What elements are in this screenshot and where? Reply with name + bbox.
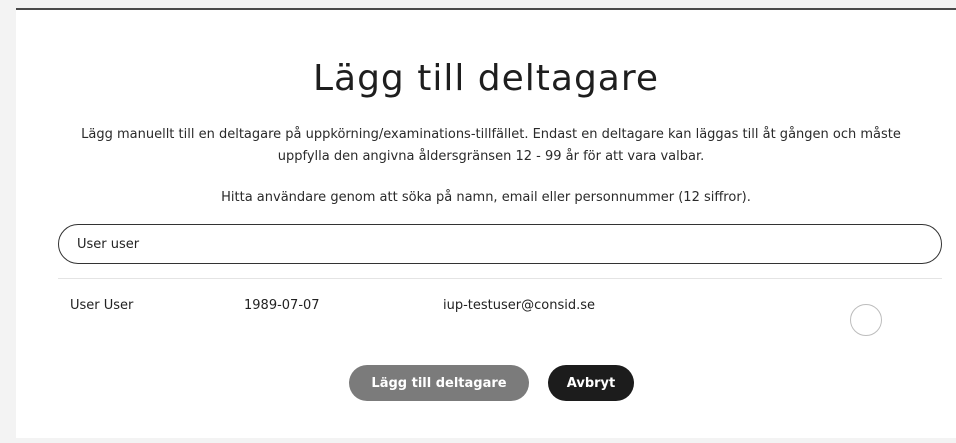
search-field[interactable] [58, 224, 942, 264]
results-divider [58, 278, 942, 279]
cancel-button[interactable]: Avbryt [548, 365, 634, 401]
select-participant-radio[interactable] [850, 304, 882, 336]
result-email: iup-testuser@consid.se [443, 298, 595, 313]
add-participant-dialog: Lägg till deltagare Lägg manuellt till e… [16, 8, 956, 438]
result-name: User User [70, 298, 134, 313]
dialog-description: Lägg manuellt till en deltagare på uppkö… [81, 127, 901, 164]
add-participant-button[interactable]: Lägg till deltagare [349, 365, 529, 401]
result-birthdate: 1989-07-07 [244, 298, 320, 313]
search-input[interactable] [77, 236, 941, 252]
dialog-title: Lägg till deltagare [312, 58, 660, 99]
result-row[interactable]: User User 1989-07-07 iup-testuser@consid… [58, 290, 942, 340]
search-hint: Hitta användare genom att söka på namn, … [221, 190, 751, 205]
